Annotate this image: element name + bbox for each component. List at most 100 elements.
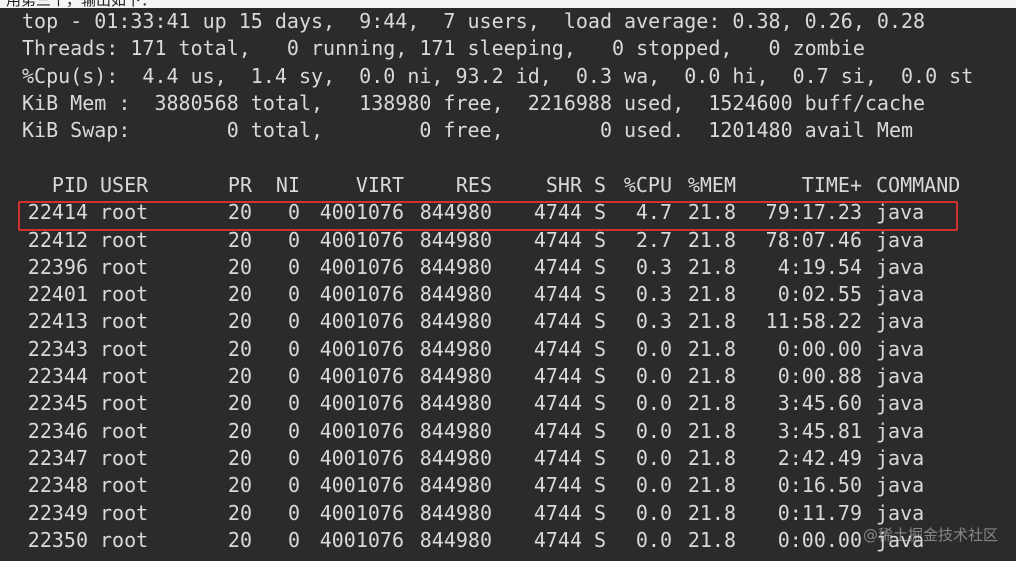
cell-pid: 22345 [27, 391, 88, 416]
cell-cpu: 0.3 [635, 254, 672, 279]
process-table: PID USER PR NI VIRT RES SHR S %CPU %MEM … [0, 172, 1016, 554]
cell-pr: 20 [227, 200, 252, 225]
cell-res: 844980 [419, 336, 492, 361]
cell-pid: 22413 [27, 309, 88, 334]
col-shr: SHR [545, 173, 582, 197]
cell-shr: 4744 [533, 391, 582, 416]
cell-command: java [876, 473, 925, 498]
cell-state: S [594, 527, 607, 552]
cell-pr: 20 [227, 309, 252, 334]
cell-shr: 4744 [533, 200, 582, 225]
cell-command: java [876, 364, 925, 389]
cell-ni: 0 [287, 200, 300, 225]
table-header: PID USER PR NI VIRT RES SHR S %CPU %MEM … [0, 172, 1016, 199]
cell-virt: 4001076 [319, 418, 404, 443]
table-row: 22343 root 20 0 4001076 844980 4744 S 0.0 21.8 0:0… [0, 336, 1016, 363]
summary-swap-line: KiB Swap: 0 total, 0 free, 0 used. 12014… [22, 118, 914, 143]
terminal-window: top - 01:33:41 up 15 days, 9:44, 7 users… [0, 8, 1016, 561]
col-pid: PID [51, 173, 88, 197]
summary-uptime-line: top - 01:33:41 up 15 days, 9:44, 7 users… [22, 9, 926, 33]
cell-state: S [594, 391, 607, 416]
cell-ni: 0 [287, 282, 300, 307]
cell-pr: 20 [227, 500, 252, 525]
cell-time: 0:00.88 [777, 364, 862, 389]
cell-user: root [100, 527, 149, 552]
cell-virt: 4001076 [319, 309, 404, 334]
cell-user: root [100, 200, 149, 225]
cell-state: S [594, 500, 607, 525]
col-virt: VIRT [355, 173, 404, 197]
cell-cpu: 0.0 [635, 391, 672, 416]
cell-virt: 4001076 [319, 200, 404, 225]
cell-virt: 4001076 [319, 527, 404, 552]
cell-virt: 4001076 [319, 445, 404, 470]
cell-shr: 4744 [533, 282, 582, 307]
cell-time: 0:02.55 [777, 282, 862, 307]
col-cpu: %CPU [623, 173, 672, 197]
cell-mem: 21.8 [687, 200, 736, 225]
cell-time: 3:45.81 [777, 418, 862, 443]
cell-res: 844980 [419, 254, 492, 279]
cell-res: 844980 [419, 418, 492, 443]
cell-time: 79:17.23 [765, 200, 862, 225]
cell-ni: 0 [287, 527, 300, 552]
cell-state: S [594, 473, 607, 498]
cell-user: root [100, 336, 149, 361]
cell-virt: 4001076 [319, 473, 404, 498]
cell-pr: 20 [227, 336, 252, 361]
cell-command: java [876, 500, 925, 525]
cell-time: 0:00.00 [777, 527, 862, 552]
cell-cpu: 0.0 [635, 364, 672, 389]
cell-mem: 21.8 [687, 336, 736, 361]
cell-user: root [100, 391, 149, 416]
cell-virt: 4001076 [319, 391, 404, 416]
cell-res: 844980 [419, 445, 492, 470]
cell-pr: 20 [227, 418, 252, 443]
cell-cpu: 0.0 [635, 500, 672, 525]
cell-command: java [876, 254, 925, 279]
cell-ni: 0 [287, 254, 300, 279]
cell-time: 0:00.00 [777, 336, 862, 361]
cell-user: root [100, 473, 149, 498]
cell-shr: 4744 [533, 500, 582, 525]
cell-res: 844980 [419, 364, 492, 389]
cell-pr: 20 [227, 445, 252, 470]
cell-res: 844980 [419, 473, 492, 498]
top-summary: top - 01:33:41 up 15 days, 9:44, 7 users… [22, 8, 1016, 144]
cell-mem: 21.8 [687, 227, 736, 252]
col-user: USER [100, 173, 149, 197]
cell-mem: 21.8 [687, 254, 736, 279]
cell-mem: 21.8 [687, 364, 736, 389]
cell-pid: 22414 [27, 200, 88, 225]
table-row: 22413 root 20 0 4001076 844980 4744 S 0.3 21.8 11:… [0, 308, 1016, 335]
cell-command: java [876, 445, 925, 470]
cell-virt: 4001076 [319, 364, 404, 389]
cell-user: root [100, 364, 149, 389]
cell-mem: 21.8 [687, 391, 736, 416]
cell-state: S [594, 418, 607, 443]
cell-pr: 20 [227, 227, 252, 252]
cell-command: java [876, 309, 925, 334]
cell-pid: 22344 [27, 364, 88, 389]
cell-res: 844980 [419, 227, 492, 252]
cell-cpu: 0.0 [635, 336, 672, 361]
cell-ni: 0 [287, 364, 300, 389]
cell-ni: 0 [287, 391, 300, 416]
cell-ni: 0 [287, 227, 300, 252]
cell-user: root [100, 309, 149, 334]
col-state: S [594, 173, 607, 197]
cell-mem: 21.8 [687, 527, 736, 552]
cell-pr: 20 [227, 364, 252, 389]
cell-command: java [876, 418, 925, 443]
cell-state: S [594, 336, 607, 361]
col-res: RES [455, 173, 492, 197]
cell-mem: 21.8 [687, 500, 736, 525]
cell-time: 78:07.46 [765, 227, 862, 252]
cell-virt: 4001076 [319, 254, 404, 279]
cell-user: root [100, 500, 149, 525]
summary-mem-line: KiB Mem : 3880568 total, 138980 free, 22… [22, 90, 926, 115]
caption-strip: 用第三个，输出如下： [0, 0, 1016, 8]
cell-cpu: 0.0 [635, 445, 672, 470]
cell-res: 844980 [419, 391, 492, 416]
cell-state: S [594, 254, 607, 279]
